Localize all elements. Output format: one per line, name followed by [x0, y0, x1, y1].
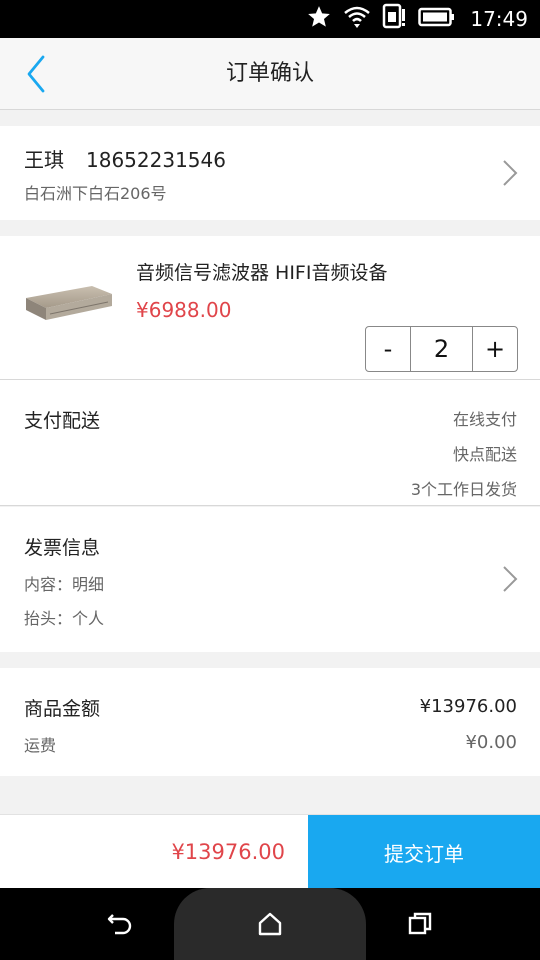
- star-icon: [306, 4, 332, 34]
- page-title: 订单确认: [225, 61, 314, 86]
- address-section[interactable]: 王琪 18652231546 白石洲下白石206号: [0, 126, 540, 220]
- shipping-label: 运费: [24, 736, 57, 755]
- nav-bar: 订单确认: [0, 38, 540, 110]
- home-key[interactable]: [254, 908, 286, 940]
- checkout-bar: ¥13976.00 提交订单: [0, 814, 540, 889]
- sim-icon: [382, 3, 408, 35]
- clock: 17:49: [470, 7, 528, 31]
- back-key[interactable]: [104, 908, 136, 940]
- payment-method: 在线支付: [452, 410, 517, 429]
- chevron-right-icon: [503, 160, 518, 186]
- wifi-icon: [342, 3, 372, 35]
- amount-summary: 商品金额 ¥13976.00 运费 ¥0.00: [0, 668, 540, 776]
- submit-order-button[interactable]: 提交订单: [308, 815, 540, 889]
- quantity-stepper: - 2 +: [365, 326, 518, 372]
- home-icon: [258, 912, 282, 936]
- product-name: 音频信号滤波器 HIFI音频设备: [136, 262, 388, 284]
- recipient-phone: 18652231546: [86, 148, 226, 172]
- battery-icon: [418, 6, 456, 32]
- decrement-button[interactable]: -: [366, 327, 410, 371]
- payment-delivery-section[interactable]: 支付配送 在线支付 快点配送 3个工作日发货: [0, 380, 540, 506]
- product-thumbnail: [26, 286, 112, 320]
- invoice-section[interactable]: 发票信息 内容：明细 抬头：个人: [0, 507, 540, 652]
- address-detail: 白石洲下白石206号: [24, 184, 167, 203]
- shipping-value: ¥0.00: [465, 732, 517, 753]
- increment-button[interactable]: +: [473, 327, 517, 371]
- order-total: ¥13976.00: [171, 840, 285, 864]
- product-item: 音频信号滤波器 HIFI音频设备 ¥6988.00 - 2 +: [0, 236, 540, 380]
- delivery-eta: 3个工作日发货: [410, 480, 517, 499]
- goods-amount-label: 商品金额: [24, 698, 101, 720]
- recents-key[interactable]: [404, 908, 436, 940]
- invoice-content: 内容：明细: [24, 575, 105, 594]
- system-nav-bar: [0, 888, 540, 960]
- recipient-name: 王琪: [24, 148, 64, 172]
- back-arrow-icon: [107, 914, 132, 935]
- product-price: ¥6988.00: [136, 298, 232, 322]
- invoice-title: 抬头：个人: [24, 609, 105, 628]
- payment-label: 支付配送: [24, 410, 101, 432]
- recents-icon: [408, 912, 432, 935]
- address-contact: 王琪 18652231546: [24, 144, 226, 173]
- quantity-value[interactable]: 2: [410, 327, 473, 371]
- status-icons: 17:49: [306, 0, 528, 38]
- goods-amount-value: ¥13976.00: [419, 696, 517, 717]
- delivery-method: 快点配送: [452, 445, 517, 464]
- invoice-label: 发票信息: [24, 537, 101, 559]
- status-bar: 17:49: [0, 0, 540, 38]
- chevron-right-icon: [503, 566, 518, 592]
